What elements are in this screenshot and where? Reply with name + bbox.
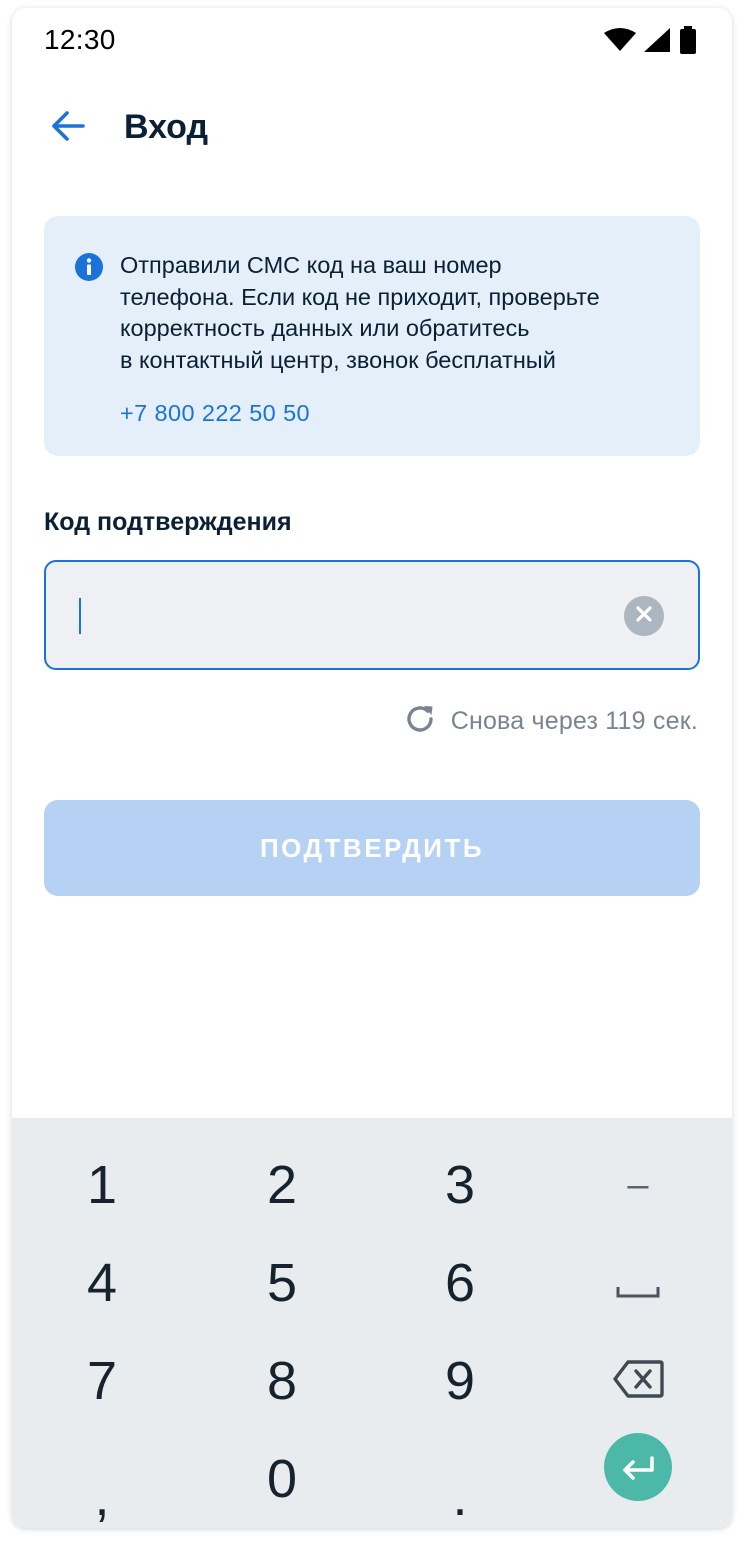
phone-screen: 12:30 Вход Отправили СМС код на ваш номе…	[12, 8, 732, 1528]
enter-icon	[619, 1436, 657, 1498]
status-bar: 12:30	[12, 8, 732, 72]
key-comma[interactable]: ,	[12, 1430, 192, 1528]
contact-phone-link[interactable]: +7 800 222 50 50	[120, 400, 310, 427]
wifi-icon	[604, 28, 636, 57]
text-caret	[79, 598, 81, 634]
key-minus[interactable]: –	[548, 1136, 728, 1234]
app-bar: Вход	[12, 80, 732, 176]
clear-icon	[635, 605, 653, 628]
battery-icon	[678, 26, 698, 59]
backspace-icon	[612, 1350, 664, 1412]
key-8[interactable]: 8	[192, 1332, 372, 1430]
key-6[interactable]: 6	[370, 1234, 550, 1332]
clear-button[interactable]	[624, 596, 664, 636]
key-period[interactable]: .	[370, 1430, 550, 1528]
status-icons	[604, 26, 698, 59]
info-message: Отправили СМС код на ваш номер телефона.…	[120, 252, 600, 373]
resend-code[interactable]: Снова через 119 сек.	[403, 702, 698, 741]
cellular-signal-icon	[644, 28, 670, 57]
code-input[interactable]	[68, 582, 592, 646]
code-field-label: Код подтверждения	[44, 508, 292, 536]
key-enter[interactable]	[548, 1418, 728, 1516]
key-5[interactable]: 5	[192, 1234, 372, 1332]
refresh-icon	[403, 702, 437, 741]
key-2[interactable]: 2	[192, 1136, 372, 1234]
numeric-keyboard: 1 2 3 – 4 5 6 7 8 9 , 0 .	[12, 1118, 732, 1528]
key-backspace[interactable]	[548, 1332, 728, 1430]
resend-timer: Снова через 119 сек.	[450, 707, 698, 735]
code-field[interactable]	[44, 560, 700, 670]
info-card: Отправили СМС код на ваш номер телефона.…	[44, 216, 700, 456]
key-9[interactable]: 9	[370, 1332, 550, 1430]
page-title: Вход	[124, 108, 209, 146]
key-1[interactable]: 1	[12, 1136, 192, 1234]
space-icon	[616, 1252, 660, 1314]
key-space[interactable]	[548, 1234, 728, 1332]
confirm-button[interactable]: ПОДТВЕРДИТЬ	[44, 800, 700, 896]
key-7[interactable]: 7	[12, 1332, 192, 1430]
status-time: 12:30	[44, 24, 116, 55]
back-button[interactable]	[40, 104, 96, 152]
info-icon	[74, 252, 104, 282]
key-3[interactable]: 3	[370, 1136, 550, 1234]
enter-key-button	[604, 1433, 672, 1501]
key-0[interactable]: 0	[192, 1430, 372, 1528]
key-4[interactable]: 4	[12, 1234, 192, 1332]
arrow-back-icon	[50, 110, 86, 147]
